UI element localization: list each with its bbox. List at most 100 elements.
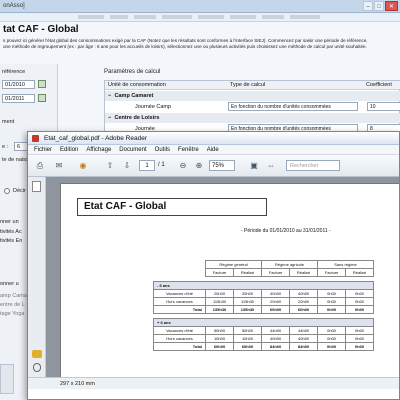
table-cell: 20h00	[289, 297, 318, 306]
date-to-field[interactable]: 01/2011	[2, 94, 35, 103]
reader-title-bar: Etat_caf_global.pdf - Adobe Reader	[28, 132, 399, 145]
grid-header-unit[interactable]: Unité de consommation	[105, 81, 227, 90]
grid-group-label: Centre de Loisirs	[114, 115, 160, 121]
unit-list-item[interactable]: entre de L	[0, 302, 25, 308]
row-label: Hors vacances	[153, 334, 206, 343]
attachment-icon[interactable]	[33, 363, 41, 372]
close-button[interactable]: ✕	[385, 1, 398, 11]
table-cell: 0h00	[345, 297, 374, 306]
unit-list-item[interactable]: tage Yoga	[0, 311, 24, 317]
page-up-icon[interactable]: ⇧	[103, 159, 117, 172]
calendar-icon[interactable]	[38, 80, 46, 88]
age-label: e :	[2, 144, 9, 150]
coefficient-field[interactable]: 10	[367, 102, 400, 111]
reader-title: Etat_caf_global.pdf - Adobe Reader	[44, 135, 147, 142]
menu-affichage[interactable]: Affichage	[86, 147, 111, 153]
calc-method-select[interactable]: En fonction du nombre d'unités consommée…	[228, 102, 358, 111]
date-from-field[interactable]: 01/2010	[2, 80, 35, 89]
unit-list-item[interactable]: amp Camar	[0, 293, 29, 299]
table-cell: 44h00	[260, 326, 291, 335]
bg-menu-item[interactable]	[230, 15, 256, 19]
calc-params-grid: Unité de consommation Type de calcul Coe…	[104, 80, 400, 138]
table-cell: 60h00	[233, 342, 262, 351]
scrollbar[interactable]	[0, 364, 14, 394]
reader-menu-bar: Fichier Edition Affichage Document Outil…	[28, 145, 399, 155]
search-input[interactable]: Rechercher	[286, 160, 340, 171]
reader-status-bar: 297 x 210 mm	[28, 377, 399, 389]
table-cell: 115h30	[233, 297, 262, 306]
table-cell: 84h00	[289, 342, 318, 351]
calendar-icon[interactable]	[38, 94, 46, 102]
bg-menu-item[interactable]	[134, 15, 156, 19]
row-label: Total	[153, 342, 206, 351]
zoom-select[interactable]: 75%	[209, 160, 235, 171]
grid-group-row[interactable]: − Centre de Loisirs	[105, 113, 400, 123]
table-cell: 0h00	[316, 297, 347, 306]
expand-icon[interactable]: −	[108, 91, 113, 101]
table-cell: 0h00	[316, 289, 347, 298]
fit-width-icon[interactable]: ⇔	[264, 159, 278, 172]
menu-aide[interactable]: Aide	[207, 147, 219, 153]
expand-icon[interactable]: −	[108, 113, 113, 123]
signatures-icon[interactable]	[32, 350, 42, 358]
table-cell: 60h00	[289, 305, 318, 314]
menu-outils[interactable]: Outils	[155, 147, 170, 153]
units-section-label: onner u	[0, 281, 19, 287]
maximize-button[interactable]: □	[374, 1, 384, 11]
bg-menu-item[interactable]	[78, 15, 104, 19]
document-area[interactable]: Etat CAF - Global - Période du 01/01/201…	[46, 177, 399, 377]
menu-edition[interactable]: Edition	[60, 147, 78, 153]
table-cell: 0h00	[316, 305, 347, 314]
table-cell: 0h00	[345, 289, 374, 298]
birthdate-label: te de naiss	[2, 157, 29, 163]
table-cell: 135h30	[233, 305, 262, 314]
menu-document[interactable]: Document	[119, 147, 146, 153]
page-number-field[interactable]: 1	[139, 160, 155, 171]
pages-panel-icon[interactable]	[32, 181, 41, 192]
grid-unit-label: Journée Camp	[135, 104, 172, 110]
zoom-in-icon[interactable]: ⊕	[192, 159, 206, 172]
regime-header: Régime général	[205, 260, 262, 269]
zoom-out-icon[interactable]: ⊖	[176, 159, 190, 172]
radio-button[interactable]	[4, 188, 10, 194]
bg-menu-item[interactable]	[290, 15, 320, 19]
fit-page-icon[interactable]: ▣	[247, 159, 261, 172]
print-icon[interactable]: ⎙	[33, 159, 47, 172]
email-icon[interactable]: ✉	[52, 159, 66, 172]
grid-header-method[interactable]: Type de calcul	[227, 81, 363, 90]
bg-menu-item[interactable]	[162, 15, 192, 19]
intro-text: s pouvez ici générer l'état global des c…	[3, 38, 398, 50]
calc-params-title: Paramètres de calcul	[104, 69, 161, 75]
table-cell: 50h00	[205, 326, 234, 335]
table-cell: 44h00	[289, 326, 318, 335]
sub-header: Facture	[316, 268, 347, 277]
sub-header: Réalisé	[289, 268, 318, 277]
grid-group-label: Camp Camaret	[114, 93, 154, 99]
activities-section-label: nner un	[0, 219, 19, 225]
grid-header-coef[interactable]: Coefficient	[363, 81, 400, 90]
bg-menu-item[interactable]	[198, 15, 224, 19]
menu-fenetre[interactable]: Fenêtre	[178, 147, 199, 153]
table-cell: 0h00	[345, 305, 374, 314]
table-cell: 40h00	[289, 289, 318, 298]
sub-header: Facture	[260, 268, 291, 277]
activity-item[interactable]: tivités Ac	[0, 229, 22, 235]
reader-side-panel	[28, 177, 46, 377]
page-down-icon[interactable]: ⇩	[120, 159, 134, 172]
pdf-page: Etat CAF - Global - Période du 01/01/201…	[60, 183, 399, 377]
table-cell: 40h00	[260, 289, 291, 298]
minimize-button[interactable]: –	[363, 1, 373, 11]
bg-menu-item[interactable]	[110, 15, 128, 19]
menu-fichier[interactable]: Fichier	[34, 147, 52, 153]
activity-item[interactable]: tivités En	[0, 238, 22, 244]
row-label: Vacances d'été	[153, 326, 206, 335]
grid-row[interactable]: Journée Camp En fonction du nombre d'uni…	[105, 102, 400, 112]
row-label: Vacances d'été	[153, 289, 206, 298]
table-cell: 0h00	[316, 326, 347, 335]
bg-menu-item[interactable]	[262, 15, 284, 19]
table-cell: 20h00	[205, 289, 234, 298]
collaborate-icon[interactable]: ◉	[76, 159, 90, 172]
table-cell: 0h00	[345, 342, 374, 351]
grid-group-row[interactable]: − Camp Camaret	[105, 91, 400, 101]
background-title-bar: onAsso] – □ ✕	[0, 0, 400, 13]
